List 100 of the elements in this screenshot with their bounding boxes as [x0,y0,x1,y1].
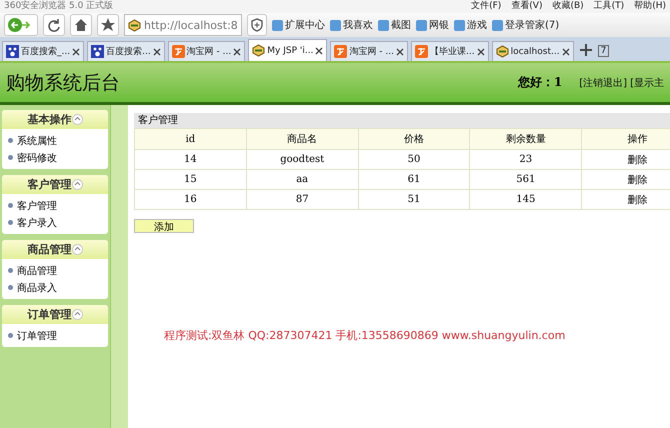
app-icon [378,20,389,30]
table-cell: 61 [358,170,470,190]
header-link[interactable]: [注销退出] [579,76,628,90]
column-header: id [134,128,246,150]
menu-link[interactable]: 客户管理 [2,197,108,214]
menu-link[interactable]: 商品录入 [2,279,108,296]
header-link[interactable]: [显示主 [630,76,664,90]
site-icon [496,45,509,58]
tab-count[interactable]: 7 [598,45,610,57]
close-icon[interactable] [562,48,570,56]
menu-group-header[interactable]: 订单管理 [2,305,108,324]
browser-tab[interactable]: 淘宝网 - ... [330,41,408,61]
bullet-icon [8,155,13,160]
menu-item[interactable]: 收藏(B) [552,0,584,13]
star-button[interactable] [97,14,119,36]
site-icon [334,45,348,58]
refresh-button[interactable] [43,14,65,36]
bullet-icon [8,333,13,338]
table-cell: 16 [134,190,246,210]
browser-tab[interactable]: 【毕业课... [410,41,489,61]
column-header: 剩余数量 [470,128,582,150]
table-cell: 561 [470,170,582,190]
table-cell: 145 [470,190,582,210]
shield-icon [251,18,263,32]
menu-group-header[interactable]: 商品管理 [2,240,108,259]
collapse-icon[interactable] [72,309,82,320]
bookmark-link[interactable]: 截图 [378,18,411,32]
close-icon[interactable] [476,48,485,56]
browser-tab[interactable]: My JSP 'i... [248,39,328,61]
address-field[interactable]: http://localhost:8 [124,14,242,36]
delete-link[interactable]: 删除 [628,174,648,186]
menu-group-header[interactable]: 基本操作 [2,110,108,129]
bullet-icon [8,268,13,273]
site-icon [414,45,428,58]
close-icon[interactable] [396,48,404,56]
arrows-button[interactable] [4,14,38,36]
star-icon [101,18,115,32]
close-icon[interactable] [233,48,242,56]
table-cell: 14 [134,150,246,170]
contact-note: 程序测试:双鱼林 QQ:287307421 手机:13558690869 www.shuangyulin.com [164,328,566,343]
menu-item[interactable]: 帮助(H) [634,0,666,13]
plus-icon[interactable] [580,44,592,56]
collapse-icon[interactable] [72,179,82,190]
bullet-icon [8,138,13,143]
site-icon [6,45,19,58]
site-icon [128,18,141,32]
menu-link[interactable]: 商品管理 [2,262,108,279]
app-icon [330,20,341,30]
browser-tab[interactable]: 百度搜索... [87,41,165,61]
app-icon [416,20,427,30]
column-header: 操作 [582,128,670,150]
table-cell: 23 [470,150,582,170]
bookmark-link[interactable]: 扩展中心 [272,18,325,32]
add-button[interactable]: 添加 [134,219,194,233]
close-icon[interactable] [152,48,161,56]
delete-link[interactable]: 删除 [628,194,648,206]
table-cell: 50 [358,150,470,170]
close-icon[interactable] [315,46,324,54]
menu-item[interactable]: 文件(F) [471,0,502,13]
bookmark-link[interactable]: 网银 [416,18,449,32]
menu-link[interactable]: 系统属性 [2,132,108,149]
bookmark-link[interactable]: 登录管家(7) [492,18,560,32]
refresh-icon [47,18,61,32]
table-cell: 51 [358,190,470,210]
shield-button[interactable] [247,14,267,36]
app-icon [492,20,503,30]
bullet-icon [8,203,13,208]
site-icon [172,45,185,58]
column-header: 价格 [358,128,470,150]
menu-item[interactable]: 查看(V) [511,0,542,13]
column-header: 商品名 [246,128,358,150]
bookmark-link[interactable]: 我喜欢 [330,18,373,32]
menu-link[interactable]: 订单管理 [2,327,108,344]
collapse-icon[interactable] [72,114,82,125]
bookmark-link[interactable]: 游戏 [454,18,487,32]
home-button[interactable] [70,14,92,36]
page-title: 购物系统后台 [6,70,120,96]
table-cell: 87 [246,190,358,210]
browser-tab[interactable]: localhost... [492,41,574,61]
home-icon [74,18,88,32]
collapse-icon[interactable] [72,244,82,255]
window-title: 360安全浏览器 5.0 正式版 [4,0,114,13]
bullet-icon [8,285,13,290]
close-icon[interactable] [72,48,80,56]
app-icon [272,20,283,30]
menu-group-header[interactable]: 客户管理 [2,175,108,194]
browser-tab[interactable]: 淘宝网 - ... [168,41,246,61]
site-icon [91,45,104,58]
app-icon [454,20,465,30]
bullet-icon [8,220,13,225]
menu-link[interactable]: 密码修改 [2,149,108,166]
browser-tab[interactable]: 百度搜索_... [2,41,84,61]
table-caption: 客户管理 [134,113,670,128]
menu-item[interactable]: 工具(T) [594,0,624,13]
menu-link[interactable]: 客户录入 [2,214,108,231]
table-cell: aa [246,170,358,190]
greeting-text: 您好：1 [518,74,562,91]
table-cell: 15 [134,170,246,190]
site-icon [252,44,266,57]
delete-link[interactable]: 删除 [628,154,648,166]
